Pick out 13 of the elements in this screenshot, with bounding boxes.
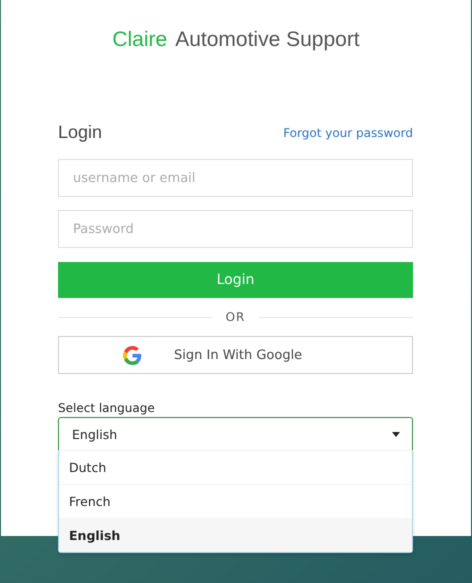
language-label: Select language <box>58 401 156 415</box>
login-heading: Login <box>58 122 102 143</box>
forgot-password-link[interactable]: Forgot your password <box>283 126 413 140</box>
brand-name: Claire <box>112 28 168 52</box>
or-divider: OR <box>226 310 246 324</box>
input-field[interactable]: Password <box>58 210 413 248</box>
google-icon <box>123 346 142 364</box>
brand-subtitle: Automotive Support <box>175 28 360 52</box>
language-option[interactable]: Dutch <box>59 450 412 484</box>
google-sign-in-button[interactable]: Sign In With Google <box>58 336 413 374</box>
input-field[interactable]: username or email <box>58 159 413 197</box>
caret-icon <box>392 432 400 437</box>
language-option[interactable]: English <box>59 518 412 552</box>
